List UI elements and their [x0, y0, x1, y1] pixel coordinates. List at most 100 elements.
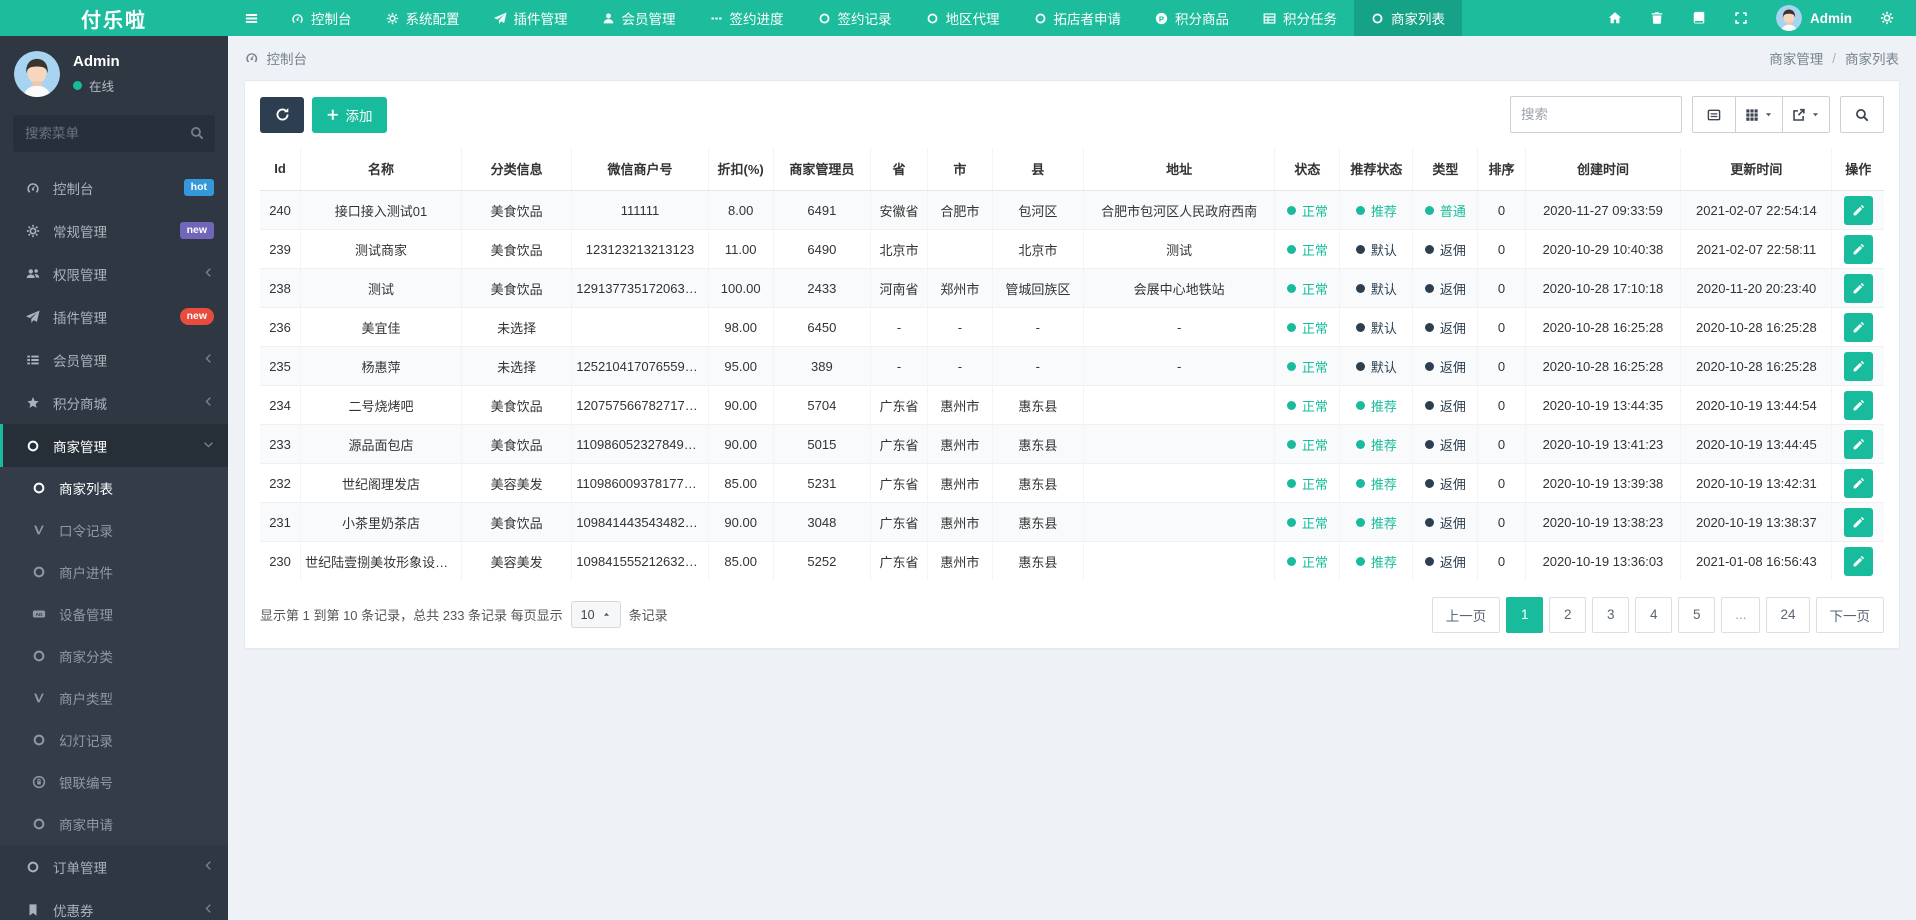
- sidebar-item-控制台[interactable]: 控制台 hot: [0, 166, 228, 209]
- topnav-item-7[interactable]: 地区代理: [909, 0, 1017, 36]
- sidebar-item-幻灯记录[interactable]: 幻灯记录: [0, 719, 228, 761]
- menu-bars-icon: [244, 11, 259, 26]
- sidebar-item-插件管理[interactable]: 插件管理 new: [0, 295, 228, 338]
- refresh-button[interactable]: [260, 96, 304, 133]
- topnav-item-label: 商家列表: [1391, 12, 1445, 27]
- page-button-5[interactable]: 5: [1678, 596, 1716, 633]
- edit-button[interactable]: [1843, 273, 1873, 303]
- column-header-排序[interactable]: 排序: [1477, 147, 1525, 191]
- edit-button[interactable]: [1843, 546, 1873, 576]
- column-header-名称[interactable]: 名称: [300, 147, 462, 191]
- prev-page-button[interactable]: 上一页: [1431, 596, 1501, 633]
- sidebar-item-会员管理[interactable]: 会员管理: [0, 338, 228, 381]
- sidebar-item-商户类型[interactable]: 商户类型: [0, 677, 228, 719]
- column-header-地址[interactable]: 地址: [1082, 147, 1275, 191]
- topnav-item-5[interactable]: 签约进度: [693, 0, 801, 36]
- column-header-县[interactable]: 县: [991, 147, 1084, 191]
- toolbar-export-button[interactable]: [1782, 96, 1830, 133]
- edit-button[interactable]: [1843, 351, 1873, 381]
- toolbar-columns-button[interactable]: [1735, 96, 1783, 133]
- sidebar-item-优惠券[interactable]: 优惠券: [0, 888, 228, 920]
- page-button-2[interactable]: 2: [1549, 596, 1587, 633]
- cell-sort: 0: [1477, 229, 1525, 269]
- edit-button[interactable]: [1843, 312, 1873, 342]
- edit-button[interactable]: [1843, 507, 1873, 537]
- cell-created: 2020-10-19 13:39:38: [1524, 463, 1681, 503]
- sidebar-item-口令记录[interactable]: 口令记录: [0, 509, 228, 551]
- page-button-1[interactable]: 1: [1506, 596, 1544, 633]
- column-header-Id[interactable]: Id: [260, 147, 301, 191]
- topnav-item-6[interactable]: 签约记录: [801, 0, 909, 36]
- edit-button[interactable]: [1843, 390, 1873, 420]
- expand-button[interactable]: [1720, 0, 1762, 36]
- page-button-24[interactable]: 24: [1766, 596, 1810, 633]
- topnav-item-2[interactable]: 系统配置: [369, 0, 477, 36]
- edit-button[interactable]: [1843, 195, 1873, 225]
- circle-icon: [926, 12, 939, 25]
- sidebar-toggle-button[interactable]: [228, 0, 274, 36]
- toolbar-right: [1510, 96, 1884, 133]
- topnav-item-1[interactable]: 控制台: [274, 0, 369, 36]
- page-button-4[interactable]: 4: [1635, 596, 1673, 633]
- edit-button[interactable]: [1843, 429, 1873, 459]
- topnav-item-3[interactable]: 插件管理: [477, 0, 585, 36]
- toolbar-toggle-button[interactable]: [1692, 96, 1736, 133]
- topnav: 控制台 系统配置 插件管理 会员管理 签约进度 签约记录 地区代理 拓店者申请 积分商品 积分任务…: [274, 0, 1462, 36]
- home-button[interactable]: [1594, 0, 1636, 36]
- sidebar-item-商户进件[interactable]: 商户进件: [0, 551, 228, 593]
- status-badge: 正常: [1286, 279, 1328, 298]
- sidebar-search-input[interactable]: [13, 115, 215, 152]
- column-header-市[interactable]: 市: [926, 147, 993, 191]
- column-header-状态[interactable]: 状态: [1274, 147, 1340, 191]
- edit-button[interactable]: [1843, 234, 1873, 264]
- sidebar-item-商家列表[interactable]: 商家列表: [0, 467, 228, 509]
- type-badge: 返佣: [1424, 396, 1466, 415]
- recommend-badge: 默认: [1355, 357, 1397, 376]
- topnav-item-11[interactable]: 商家列表: [1354, 0, 1462, 36]
- column-header-折扣(%)[interactable]: 折扣(%): [707, 147, 774, 191]
- next-page-button[interactable]: 下一页: [1815, 596, 1884, 633]
- cell-type: 返佣: [1412, 385, 1478, 425]
- column-header-分类信息[interactable]: 分类信息: [460, 147, 572, 191]
- sidebar-item-订单管理[interactable]: 订单管理: [0, 845, 228, 888]
- column-header-推荐状态[interactable]: 推荐状态: [1339, 147, 1413, 191]
- topnav-item-10[interactable]: 积分任务: [1246, 0, 1354, 36]
- topnav-item-4[interactable]: 会员管理: [585, 0, 693, 36]
- lock-icon: [32, 775, 46, 789]
- column-header-更新时间[interactable]: 更新时间: [1680, 147, 1832, 191]
- sidebar-item-常规管理[interactable]: 常规管理 new: [0, 209, 228, 252]
- cell-province: 北京市: [870, 229, 928, 269]
- cell-id: 233: [260, 424, 301, 464]
- sidebar-item-商家申请[interactable]: 商家申请: [0, 803, 228, 845]
- table-search-button[interactable]: [1840, 96, 1884, 133]
- table-search-input[interactable]: [1510, 96, 1682, 133]
- book-button[interactable]: [1678, 0, 1720, 36]
- page-size-select[interactable]: 10: [570, 601, 621, 628]
- status-dot-icon: [1424, 244, 1434, 254]
- breadcrumb-separator: /: [1832, 50, 1836, 66]
- edit-button[interactable]: [1843, 468, 1873, 498]
- topnav-item-9[interactable]: 积分商品: [1138, 0, 1246, 36]
- column-header-省[interactable]: 省: [870, 147, 928, 191]
- user-menu[interactable]: Admin: [1762, 5, 1866, 31]
- trash-button[interactable]: [1636, 0, 1678, 36]
- sidebar-item-权限管理[interactable]: 权限管理: [0, 252, 228, 295]
- circle-icon: [32, 481, 46, 495]
- column-header-类型[interactable]: 类型: [1412, 147, 1478, 191]
- page-button-3[interactable]: 3: [1592, 596, 1630, 633]
- sidebar-item-label: 商户进件: [59, 566, 113, 581]
- column-header-微信商户号[interactable]: 微信商户号: [571, 147, 709, 191]
- sidebar-item-积分商城[interactable]: 积分商城: [0, 381, 228, 424]
- sidebar-item-设备管理[interactable]: 设备管理: [0, 593, 228, 635]
- column-header-商家管理员[interactable]: 商家管理员: [772, 147, 871, 191]
- column-header-创建时间[interactable]: 创建时间: [1524, 147, 1681, 191]
- sidebar-item-商家分类[interactable]: 商家分类: [0, 635, 228, 677]
- settings-button[interactable]: [1866, 0, 1908, 36]
- sidebar-item-商家管理[interactable]: 商家管理: [0, 424, 228, 467]
- topnav-item-8[interactable]: 拓店者申请: [1017, 0, 1139, 36]
- add-button[interactable]: 添加: [312, 96, 387, 133]
- sidebar-item-银联编号[interactable]: 银联编号: [0, 761, 228, 803]
- type-badge: 返佣: [1424, 435, 1466, 454]
- circle-icon: [32, 817, 46, 831]
- column-header-操作[interactable]: 操作: [1831, 147, 1884, 191]
